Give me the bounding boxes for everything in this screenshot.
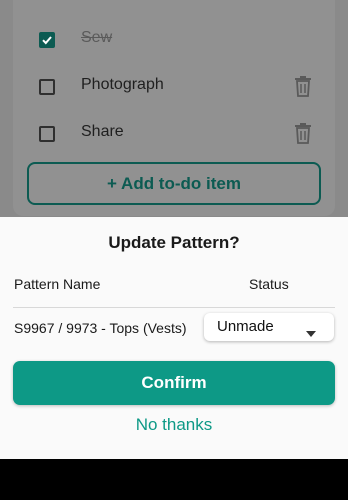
todo-item-share[interactable]: Share bbox=[13, 113, 335, 153]
todo-card: Sew Photograph Share + Add to-do item bbox=[13, 0, 335, 216]
checkbox-icon[interactable] bbox=[39, 126, 55, 142]
todo-item-photograph[interactable]: Photograph bbox=[13, 66, 335, 106]
system-nav-bar bbox=[0, 459, 348, 500]
no-thanks-button[interactable]: No thanks bbox=[0, 415, 348, 435]
column-header-status: Status bbox=[249, 276, 289, 292]
update-pattern-sheet: Update Pattern? Pattern Name Status S996… bbox=[0, 217, 348, 459]
todo-label: Photograph bbox=[81, 76, 164, 93]
todo-item-sew[interactable]: Sew bbox=[13, 19, 335, 59]
add-todo-button[interactable]: + Add to-do item bbox=[27, 162, 321, 205]
dialog-title: Update Pattern? bbox=[108, 233, 240, 252]
column-header-pattern-name: Pattern Name bbox=[14, 276, 101, 292]
divider bbox=[13, 307, 335, 308]
dropdown-caret-icon bbox=[306, 324, 316, 342]
checkbox-icon[interactable] bbox=[39, 79, 55, 95]
todo-label: Share bbox=[81, 123, 124, 140]
todo-label: Sew bbox=[81, 29, 113, 46]
status-value: Unmade bbox=[217, 318, 274, 335]
status-dropdown[interactable]: Unmade bbox=[204, 313, 334, 341]
confirm-button[interactable]: Confirm bbox=[13, 361, 335, 405]
background-app: Sew Photograph Share + Add to-do item bbox=[0, 0, 348, 217]
pattern-name: S9967 / 9973 - Tops (Vests) bbox=[14, 320, 187, 336]
trash-icon[interactable] bbox=[294, 75, 312, 102]
trash-icon[interactable] bbox=[294, 122, 312, 149]
checkbox-checked-icon[interactable] bbox=[39, 32, 55, 48]
